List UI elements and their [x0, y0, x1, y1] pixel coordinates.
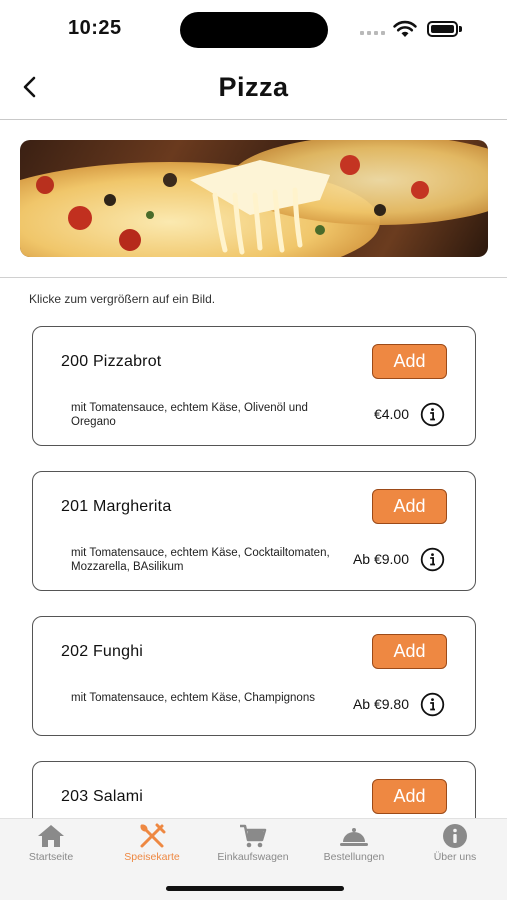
- cloche-icon: [340, 828, 368, 846]
- info-icon[interactable]: [420, 402, 445, 427]
- cart-icon: [240, 824, 267, 848]
- tab-label: Bestellungen: [323, 851, 385, 863]
- menu-item-card[interactable]: 202 Funghi Add mit Tomatensauce, echtem …: [32, 616, 476, 736]
- menu-item-name: 202 Funghi: [61, 643, 144, 660]
- tab-ueber-uns[interactable]: Über uns: [405, 823, 505, 863]
- home-icon: [38, 825, 64, 847]
- info-icon[interactable]: [420, 547, 445, 572]
- divider: [0, 277, 507, 278]
- menu-item-description: mit Tomatensauce, echtem Käse, Cocktailt…: [71, 547, 330, 573]
- tab-label: Startseite: [28, 851, 74, 863]
- add-button[interactable]: Add: [372, 344, 447, 379]
- nav-header: Pizza: [0, 60, 507, 120]
- add-button[interactable]: Add: [372, 489, 447, 524]
- menu-item-price: €4.00: [373, 406, 409, 422]
- tab-label: Einkaufswagen: [217, 851, 289, 863]
- menu-item-description: mit Tomatensauce, echtem Käse, Olivenöl …: [71, 402, 308, 428]
- menu-item-name: 200 Pizzabrot: [61, 353, 162, 370]
- menu-item-name: 203 Salami: [61, 788, 144, 805]
- tab-label: Über uns: [433, 851, 477, 863]
- dynamic-island: [180, 12, 328, 48]
- battery-icon: [427, 21, 463, 37]
- home-indicator: [166, 886, 344, 891]
- status-time: 10:25: [68, 17, 122, 39]
- info-circle-icon: [443, 824, 467, 848]
- menu-item-card[interactable]: 201 Margherita Add mit Tomatensauce, ech…: [32, 471, 476, 591]
- info-icon[interactable]: [420, 692, 445, 717]
- hint-text: Klicke zum vergrößern auf ein Bild.: [29, 292, 216, 306]
- wifi-icon: [393, 20, 417, 37]
- tab-label: Speisekarte: [124, 851, 180, 863]
- menu-item-name: 201 Margherita: [61, 498, 172, 515]
- menu-item-price: Ab €9.00: [352, 551, 409, 567]
- menu-item-card[interactable]: 200 Pizzabrot Add mit Tomatensauce, echt…: [32, 326, 476, 446]
- tab-bestellungen[interactable]: Bestellungen: [304, 823, 404, 863]
- menu-item-price: Ab €9.80: [352, 696, 409, 712]
- add-button[interactable]: Add: [372, 779, 447, 814]
- add-button[interactable]: Add: [372, 634, 447, 669]
- fork-knife-icon: [140, 823, 166, 848]
- tab-startseite[interactable]: Startseite: [1, 823, 101, 863]
- page-title: Pizza: [218, 72, 289, 102]
- category-banner-image[interactable]: [20, 140, 488, 257]
- tab-speisekarte[interactable]: Speisekarte: [102, 823, 202, 863]
- cellular-signal-icon: [360, 27, 386, 35]
- status-bar: 10:25: [0, 0, 507, 60]
- menu-item-description: mit Tomatensauce, echtem Käse, Champigno…: [71, 692, 315, 704]
- tab-einkaufswagen[interactable]: Einkaufswagen: [203, 823, 303, 863]
